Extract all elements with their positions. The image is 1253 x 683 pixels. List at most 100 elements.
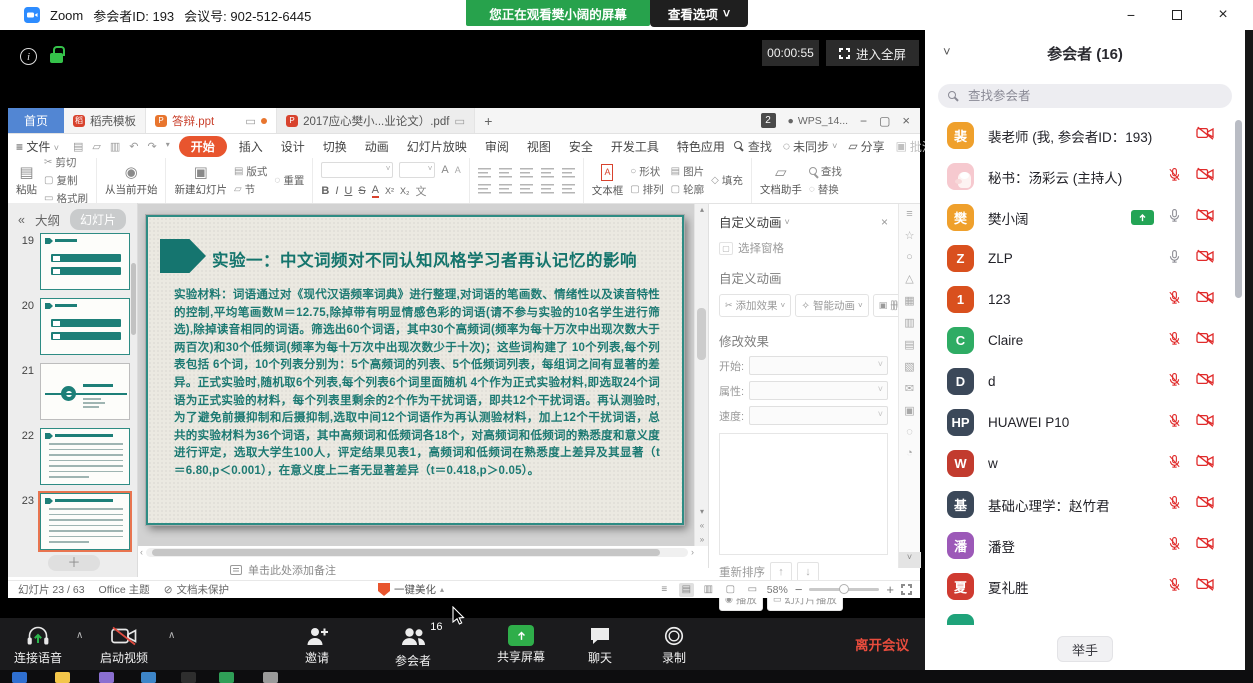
menu-tab-审阅[interactable]: 审阅	[476, 136, 518, 157]
join-audio-button[interactable]: 连接语音	[14, 625, 62, 666]
enter-fullscreen-button[interactable]: 进入全屏	[826, 40, 919, 66]
file-menu[interactable]: ≡ 文件 ˅	[8, 138, 67, 155]
fill-button[interactable]: ◇填充	[711, 173, 743, 188]
canvas-horizontal-scrollbar[interactable]: ‹ ›	[140, 546, 694, 558]
save-icon[interactable]: ▤	[73, 140, 83, 153]
zoom-slider[interactable]	[809, 588, 879, 591]
find-button[interactable]: 查找	[809, 164, 842, 179]
video-options-chevron[interactable]: ∧	[168, 630, 175, 641]
start-video-button[interactable]: 启动视频	[100, 625, 148, 666]
align-left-button[interactable]	[478, 184, 491, 194]
increase-font-button[interactable]: A	[441, 164, 448, 176]
participant-row[interactable]: 裴裴老师 (我, 参会者ID：193)	[925, 115, 1245, 156]
decrease-indent-button[interactable]	[520, 168, 533, 178]
raise-hand-button[interactable]: 举手	[1057, 636, 1113, 662]
strikethrough-button[interactable]: S	[358, 185, 365, 197]
slide-thumbnail-19[interactable]: 19	[8, 233, 138, 290]
paste-button[interactable]: ▤粘贴	[16, 165, 37, 197]
taskbar-app-2[interactable]	[55, 672, 70, 683]
wps-home-tab[interactable]: 首页	[8, 108, 64, 133]
participant-row[interactable]: 基基础心理学：赵竹君	[925, 484, 1245, 525]
maximize-button[interactable]	[1160, 0, 1194, 30]
font-size-select[interactable]	[399, 162, 435, 178]
participant-row[interactable]: 潘潘登	[925, 525, 1245, 566]
view-options-button[interactable]: 查看选项 ˅	[650, 0, 748, 27]
wps-restore-icon[interactable]: ▢	[879, 114, 890, 128]
menu-tab-插入[interactable]: 插入	[230, 136, 272, 157]
numbered-list-button[interactable]	[499, 168, 512, 178]
theme-label[interactable]: Office 主题	[99, 582, 150, 597]
selection-pane-icon[interactable]: ≡	[906, 208, 912, 220]
increase-indent-button[interactable]	[541, 168, 554, 178]
zoom-slider-knob[interactable]	[839, 584, 849, 594]
new-slide-button[interactable]: ▣新建幻灯片	[174, 165, 227, 197]
replace-button[interactable]: ◌替换	[809, 182, 842, 197]
leave-meeting-button[interactable]: 离开会议	[855, 634, 909, 654]
slides-tab[interactable]: 幻灯片	[70, 209, 126, 230]
menu-tab-动画[interactable]: 动画	[356, 136, 398, 157]
columns-button[interactable]	[562, 184, 575, 194]
line-spacing-button[interactable]	[562, 168, 575, 178]
participant-row[interactable]: 樊樊小阔	[925, 197, 1245, 238]
align-right-button[interactable]	[520, 184, 533, 194]
share-button[interactable]: ▱分享	[848, 138, 884, 155]
bullet-list-button[interactable]	[478, 168, 491, 178]
image-icon[interactable]: ▣	[904, 404, 914, 417]
collapse-panel-icon[interactable]: «	[18, 213, 25, 227]
participant-search-box[interactable]	[938, 84, 1232, 108]
document-count-badge[interactable]: 2	[761, 113, 776, 128]
doc-assistant-button[interactable]: ▱文档助手	[760, 165, 802, 197]
font-color-button[interactable]: A	[372, 184, 379, 198]
slide-sorter-icon[interactable]: ▥	[701, 583, 716, 597]
chart-icon[interactable]: ▥	[904, 316, 914, 329]
reading-view-icon[interactable]: ▢	[723, 583, 738, 597]
menu-tab-幻灯片放映[interactable]: 幻灯片放映	[398, 136, 476, 157]
layout-button[interactable]: ▤版式	[234, 164, 267, 179]
slideshow-icon[interactable]: ▭	[745, 583, 760, 597]
fit-slide-icon[interactable]	[901, 584, 912, 595]
collapse-panel-chevron-icon[interactable]: ˅	[943, 44, 951, 59]
print-icon[interactable]: ▥	[110, 140, 120, 153]
font-family-select[interactable]	[321, 162, 393, 178]
menu-tab-切换[interactable]: 切换	[314, 136, 356, 157]
subscript-button[interactable]: X₂	[400, 186, 410, 196]
scroll-left-icon[interactable]: ‹	[140, 547, 143, 557]
mail-icon[interactable]: ✉	[905, 382, 914, 395]
horizontal-scroll-thumb[interactable]	[152, 549, 660, 556]
wps-ppt-tab[interactable]: P 答辩.ppt ▭	[146, 108, 277, 133]
zoom-out-button[interactable]: −	[795, 582, 803, 597]
windows-taskbar[interactable]	[0, 670, 1253, 683]
participant-row[interactable]: Ww	[925, 443, 1245, 484]
picture-button[interactable]: ▤图片	[671, 164, 704, 179]
section-button[interactable]: ▱节	[234, 182, 267, 197]
scroll-up-icon[interactable]: ▴	[695, 205, 709, 214]
close-button[interactable]: ×	[1206, 0, 1240, 30]
cut-button[interactable]: ✂剪切	[44, 155, 88, 170]
textbox-button[interactable]: A文本框	[592, 164, 624, 198]
menu-tab-安全[interactable]: 安全	[560, 136, 602, 157]
justify-button[interactable]	[541, 184, 554, 194]
add-slide-button[interactable]: ＋	[48, 555, 100, 571]
transition-icon[interactable]: △	[905, 272, 913, 285]
play-from-current-button[interactable]: ◉从当前开始	[105, 165, 158, 197]
participant-row[interactable]: HPHUAWEI P10	[925, 402, 1245, 443]
document-protection-status[interactable]: ⊘文档未保护	[164, 582, 229, 597]
participants-button[interactable]: 16 参会者	[395, 625, 431, 669]
sound-icon[interactable]: ◌	[906, 426, 913, 438]
slide-thumbnail-21[interactable]: 21	[8, 363, 138, 420]
slide-thumbnail-22[interactable]: 22	[8, 428, 138, 485]
shape-icon[interactable]: ○	[906, 251, 913, 263]
next-slide-icon[interactable]: »	[695, 535, 709, 544]
one-key-beautify-button[interactable]: 一键美化 ▴	[378, 582, 444, 597]
minimize-button[interactable]: −	[1114, 0, 1148, 30]
taskbar-app-5[interactable]	[181, 672, 196, 683]
close-panel-icon[interactable]: ×	[881, 215, 888, 229]
superscript-button[interactable]: X²	[385, 186, 394, 196]
strip-collapse-button[interactable]: ˅	[899, 552, 921, 568]
menu-tab-开始[interactable]: 开始	[179, 136, 227, 157]
participant-row[interactable]: CClaire	[925, 320, 1245, 361]
taskbar-app-7[interactable]	[263, 672, 278, 683]
sync-status-button[interactable]: ◌未同步˅	[783, 138, 837, 155]
outline-tab[interactable]: 大纲	[35, 210, 60, 229]
selection-pane-button[interactable]: ▢选择窗格	[719, 240, 888, 256]
